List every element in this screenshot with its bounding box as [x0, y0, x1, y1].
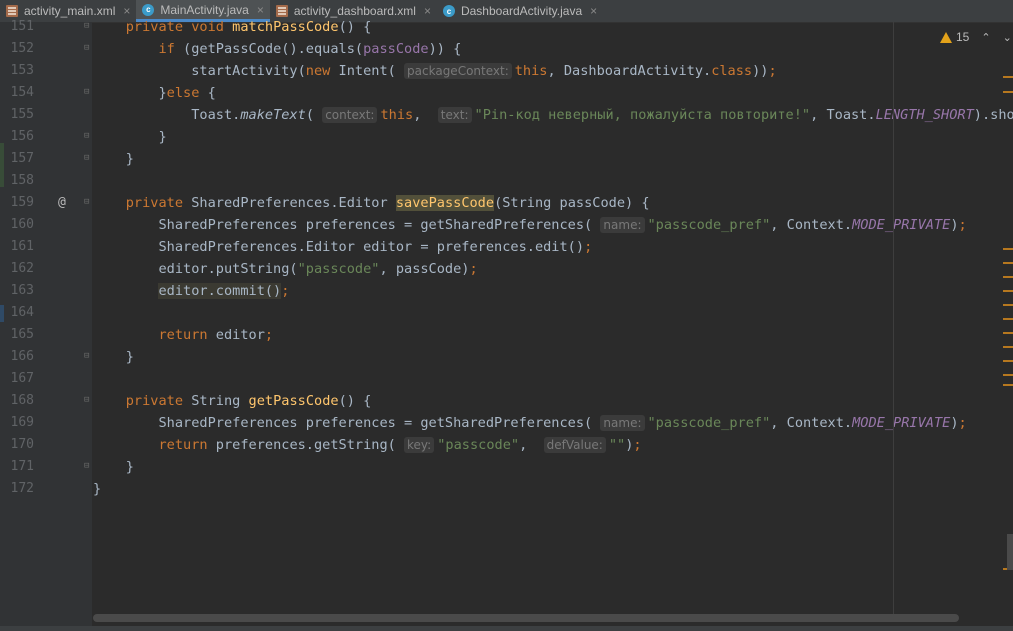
code-text[interactable]: return editor;: [93, 324, 273, 346]
fold-toggle-icon[interactable]: ⊟: [84, 462, 92, 471]
chevron-down-icon[interactable]: ⌄: [1003, 31, 1012, 44]
line-number[interactable]: 169: [0, 412, 34, 434]
warning-stripe-mark[interactable]: [1003, 276, 1013, 278]
line-number[interactable]: 164: [0, 302, 34, 324]
fold-toggle-icon[interactable]: ⊟: [84, 154, 92, 163]
fold-toggle-icon[interactable]: ⊟: [84, 22, 92, 31]
vertical-scrollbar-thumb[interactable]: [1007, 534, 1013, 570]
code-line[interactable]: 159 @ ⊟ private SharedPreferences.Editor s…: [0, 192, 1013, 214]
line-number[interactable]: 162: [0, 258, 34, 280]
line-number[interactable]: 170: [0, 434, 34, 456]
code-line[interactable]: 158: [0, 170, 1013, 192]
code-line[interactable]: 162 editor.putString("passcode", passCod…: [0, 258, 1013, 280]
code-line[interactable]: 163 editor.commit();: [0, 280, 1013, 302]
line-number[interactable]: 166: [0, 346, 34, 368]
warning-stripe-mark[interactable]: [1003, 262, 1013, 264]
warning-stripe-mark[interactable]: [1003, 346, 1013, 348]
code-text[interactable]: }: [93, 346, 134, 368]
code-text[interactable]: }: [93, 126, 166, 148]
line-number[interactable]: 156: [0, 126, 34, 148]
code-text[interactable]: SharedPreferences preferences = getShare…: [93, 412, 967, 434]
override-marker-icon[interactable]: @: [58, 192, 66, 214]
line-number[interactable]: 159: [0, 192, 34, 214]
code-line[interactable]: 164: [0, 302, 1013, 324]
warning-stripe-mark[interactable]: [1003, 76, 1013, 78]
code-text[interactable]: return preferences.getString( key: "passc…: [93, 434, 642, 456]
code-line[interactable]: 151 ⊟ private void matchPassCode() {: [0, 16, 1013, 38]
code-line[interactable]: 154 ⊟ }else {: [0, 82, 1013, 104]
code-line[interactable]: 168 ⊟ private String getPassCode() {: [0, 390, 1013, 412]
fold-toggle-icon[interactable]: ⊟: [84, 44, 92, 53]
warning-stripe-mark[interactable]: [1003, 360, 1013, 362]
warning-stripe-mark[interactable]: [1003, 318, 1013, 320]
line-number[interactable]: 153: [0, 60, 34, 82]
code-text[interactable]: private void matchPassCode() {: [93, 16, 372, 38]
code-line[interactable]: 167: [0, 368, 1013, 390]
line-number[interactable]: 157: [0, 148, 34, 170]
code-line[interactable]: 169 SharedPreferences preferences = getS…: [0, 412, 1013, 434]
code-text[interactable]: }else {: [93, 82, 215, 104]
fold-toggle-icon[interactable]: ⊟: [84, 396, 92, 405]
problems-indicator[interactable]: 15 ⌃ ⌄: [940, 30, 1012, 44]
code-line[interactable]: 157 ⊟ }: [0, 148, 1013, 170]
line-number[interactable]: 155: [0, 104, 34, 126]
code-text[interactable]: }: [93, 478, 101, 500]
warning-stripe-mark[interactable]: [1003, 304, 1013, 306]
line-number[interactable]: 154: [0, 82, 34, 104]
code-line[interactable]: 165 return editor;: [0, 324, 1013, 346]
java-class-icon: c: [142, 3, 155, 16]
code-text[interactable]: Toast.makeText( context: this, text: "Pin-…: [93, 104, 1013, 126]
line-number[interactable]: 152: [0, 38, 34, 60]
line-number[interactable]: 161: [0, 236, 34, 258]
code-text[interactable]: private String getPassCode() {: [93, 390, 372, 412]
line-number[interactable]: 172: [0, 478, 34, 500]
fold-toggle-icon[interactable]: ⊟: [84, 132, 92, 141]
warning-stripe-mark[interactable]: [1003, 290, 1013, 292]
code-line[interactable]: 160 SharedPreferences preferences = getS…: [0, 214, 1013, 236]
tab-label: MainActivity.java: [160, 2, 249, 17]
line-number[interactable]: 151: [0, 16, 34, 38]
code-line[interactable]: 156 ⊟ }: [0, 126, 1013, 148]
line-number[interactable]: 158: [0, 170, 34, 192]
warning-stripe-mark[interactable]: [1003, 384, 1013, 386]
code-line[interactable]: 172}: [0, 478, 1013, 500]
fold-toggle-icon[interactable]: ⊟: [84, 198, 92, 207]
code-text[interactable]: }: [93, 456, 134, 478]
chevron-up-icon[interactable]: ⌃: [981, 31, 990, 44]
warning-stripe-mark[interactable]: [1003, 374, 1013, 376]
code-text[interactable]: editor.commit();: [93, 280, 289, 302]
close-icon[interactable]: ×: [257, 3, 264, 17]
warning-stripe-mark[interactable]: [1003, 332, 1013, 334]
line-number[interactable]: 171: [0, 456, 34, 478]
code-line[interactable]: 153 startActivity(new Intent( packageCon…: [0, 60, 1013, 82]
status-bar-edge: [0, 626, 1013, 631]
code-line[interactable]: 166 ⊟ }: [0, 346, 1013, 368]
line-number[interactable]: 165: [0, 324, 34, 346]
warning-stripe-mark[interactable]: [1003, 91, 1013, 93]
code-text[interactable]: private SharedPreferences.Editor savePas…: [93, 192, 650, 214]
code-line[interactable]: 170 return preferences.getString( key: "p…: [0, 434, 1013, 456]
line-number[interactable]: 163: [0, 280, 34, 302]
code-line[interactable]: 152 ⊟ if (getPassCode().equals(passCode))…: [0, 38, 1013, 60]
code-text[interactable]: SharedPreferences.Editor editor = prefer…: [93, 236, 592, 258]
horizontal-scrollbar[interactable]: [93, 614, 959, 622]
warning-stripe-mark[interactable]: [1003, 248, 1013, 250]
line-number[interactable]: 167: [0, 368, 34, 390]
line-number[interactable]: 160: [0, 214, 34, 236]
code-text[interactable]: }: [93, 148, 134, 170]
right-margin-guide: [893, 22, 894, 622]
code-line[interactable]: 171 ⊟ }: [0, 456, 1013, 478]
code-text[interactable]: startActivity(new Intent( packageContext…: [93, 60, 777, 82]
code-text[interactable]: if (getPassCode().equals(passCode)) {: [93, 38, 461, 60]
warning-count: 15: [956, 30, 970, 44]
fold-toggle-icon[interactable]: ⊟: [84, 352, 92, 361]
code-line[interactable]: 155 Toast.makeText( context: this, text: "…: [0, 104, 1013, 126]
warning-icon: [940, 31, 952, 43]
fold-toggle-icon[interactable]: ⊟: [84, 88, 92, 97]
code-text[interactable]: editor.putString("passcode", passCode);: [93, 258, 477, 280]
code-text[interactable]: SharedPreferences preferences = getShare…: [93, 214, 967, 236]
line-number[interactable]: 168: [0, 390, 34, 412]
code-line[interactable]: 161 SharedPreferences.Editor editor = pr…: [0, 236, 1013, 258]
